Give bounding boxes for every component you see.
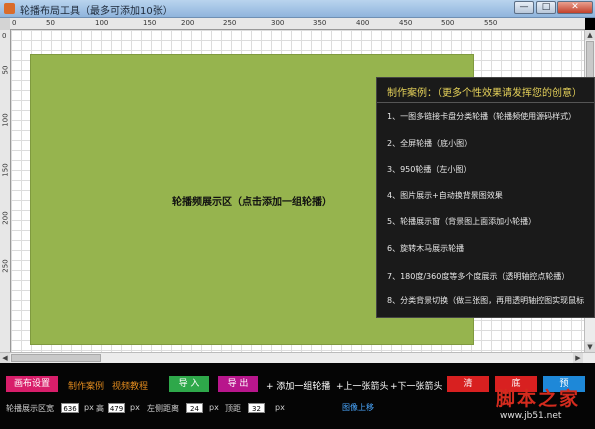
watermark-url: www.jb51.net	[500, 411, 562, 421]
title-bar: 轮播布局工具（最多可添加10张） — □ ✕	[0, 0, 595, 18]
left-distance-label: 左侧距离	[147, 404, 179, 413]
ruler-tick: 200	[1, 211, 10, 225]
scroll-down-icon[interactable]: ▼	[585, 342, 595, 352]
ruler-tick: 200	[181, 19, 195, 27]
width-label: 轮播展示区宽	[6, 404, 54, 413]
px-unit: px	[275, 403, 285, 412]
width-field[interactable]: 636	[61, 403, 79, 413]
add-next-arrow-button[interactable]: +下一张箭头	[390, 379, 443, 392]
make-cases-link[interactable]: 制作案例	[68, 379, 104, 392]
ruler-tick: 450	[399, 19, 413, 27]
case-item[interactable]: 5、轮播展示窗（背景图上面添加小轮播）	[387, 216, 536, 227]
video-tutorial-link[interactable]: 视频教程	[112, 379, 148, 392]
image-move-up-button[interactable]: 图像上移	[342, 402, 374, 413]
watermark-logo: 脚本之家	[496, 388, 581, 410]
px-unit: px	[130, 403, 140, 412]
ruler-tick: 350	[313, 19, 327, 27]
ruler-tick: 300	[271, 19, 285, 27]
ruler-tick: 400	[356, 19, 370, 27]
horizontal-scrollbar[interactable]: ◀ ▶	[0, 352, 595, 363]
ruler-tick: 100	[1, 113, 10, 127]
case-item[interactable]: 6、旋转木马展示轮播	[387, 243, 464, 254]
export-button[interactable]: 导 出	[218, 376, 258, 392]
ruler-tick: 50	[46, 19, 55, 27]
panel-divider	[377, 102, 594, 103]
case-item[interactable]: 3、950轮播（左小图）	[387, 164, 471, 175]
ruler-tick: 0	[2, 32, 7, 40]
ruler-tick: 50	[1, 65, 10, 75]
case-item[interactable]: 4、图片展示+自动换背景图效果	[387, 190, 503, 201]
case-item[interactable]: 8、分类背景切换（做三张图，再用透明轴控图实现鼠标	[387, 295, 584, 306]
minimize-button[interactable]: —	[514, 1, 534, 14]
left-distance-field[interactable]: 24	[186, 403, 203, 413]
maximize-button[interactable]: □	[536, 1, 556, 14]
top-distance-label: 顶距	[225, 404, 241, 413]
height-label: 高	[96, 404, 104, 413]
ruler-corner	[0, 18, 10, 30]
close-button[interactable]: ✕	[557, 1, 593, 14]
horizontal-ruler: 0 50 100 150 200 250 300 350 400 450 500…	[10, 18, 585, 30]
canvas-settings-button[interactable]: 画布设置	[6, 376, 58, 392]
add-carousel-group-button[interactable]: + 添加一组轮播	[266, 379, 330, 392]
add-prev-arrow-button[interactable]: +上一张箭头	[336, 379, 389, 392]
height-field[interactable]: 479	[108, 403, 125, 413]
ruler-tick: 150	[1, 163, 10, 177]
case-examples-panel: 制作案例：（更多个性效果请发挥您的创意） 1、一图多链接卡盘分类轮播（轮播频使用…	[376, 77, 595, 318]
ruler-tick: 0	[12, 19, 17, 27]
top-distance-field[interactable]: 32	[248, 403, 265, 413]
ruler-tick: 150	[143, 19, 157, 27]
ruler-tick: 500	[441, 19, 455, 27]
case-panel-title: 制作案例：（更多个性效果请发挥您的创意）	[387, 88, 582, 99]
case-item[interactable]: 1、一图多链接卡盘分类轮播（轮播频使用源码样式）	[387, 111, 576, 122]
horizontal-scroll-thumb[interactable]	[11, 354, 101, 362]
case-item[interactable]: 2、全屏轮播（底小图）	[387, 138, 472, 149]
ruler-tick: 250	[1, 259, 10, 273]
ruler-tick: 100	[95, 19, 109, 27]
app-icon	[4, 3, 15, 14]
case-item[interactable]: 7、180度/360度等多个度展示（透明轴控点轮播）	[387, 271, 569, 282]
window-title: 轮播布局工具（最多可添加10张）	[20, 6, 173, 17]
vertical-ruler: 0 50 100 150 200 250	[0, 30, 11, 355]
scroll-left-icon[interactable]: ◀	[0, 353, 10, 363]
ruler-tick: 250	[223, 19, 237, 27]
site-watermark: 脚本之家 www.jb51.net	[474, 384, 592, 426]
scroll-up-icon[interactable]: ▲	[585, 30, 595, 40]
ruler-tick: 550	[484, 19, 498, 27]
import-button[interactable]: 导 入	[169, 376, 209, 392]
scroll-right-icon[interactable]: ▶	[573, 353, 583, 363]
px-unit: px	[209, 403, 219, 412]
px-unit: px	[84, 403, 94, 412]
